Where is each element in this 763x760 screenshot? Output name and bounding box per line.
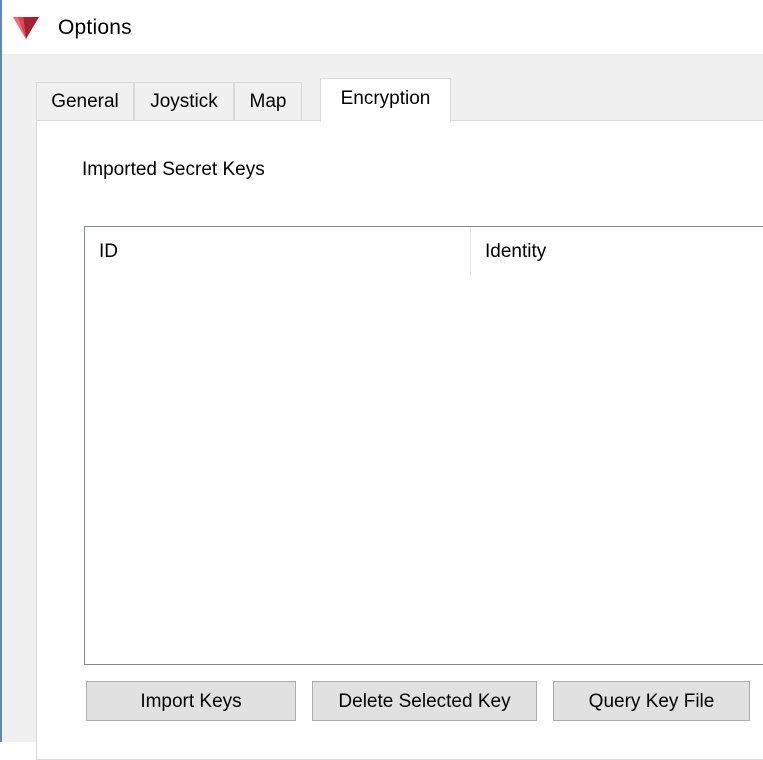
column-header-identity[interactable]: Identity xyxy=(471,227,763,275)
window-title: Options xyxy=(58,16,132,39)
query-key-file-button[interactable]: Query Key File xyxy=(553,681,750,721)
title-bar[interactable]: Options xyxy=(2,0,763,54)
secret-keys-list[interactable]: ID Identity xyxy=(84,226,763,665)
encryption-tab-panel: Imported Secret Keys ID Identity Import … xyxy=(36,120,763,760)
options-window: Options General Joystick Map Encryption … xyxy=(0,0,763,760)
tab-general[interactable]: General xyxy=(36,82,134,120)
tab-map[interactable]: Map xyxy=(234,82,302,120)
tab-joystick[interactable]: Joystick xyxy=(134,82,234,120)
column-header-id[interactable]: ID xyxy=(85,227,471,275)
app-logo-icon xyxy=(13,17,39,39)
imported-secret-keys-label: Imported Secret Keys xyxy=(82,159,265,180)
tab-encryption[interactable]: Encryption xyxy=(320,78,451,122)
delete-selected-key-button[interactable]: Delete Selected Key xyxy=(312,681,537,721)
import-keys-button[interactable]: Import Keys xyxy=(86,681,296,721)
